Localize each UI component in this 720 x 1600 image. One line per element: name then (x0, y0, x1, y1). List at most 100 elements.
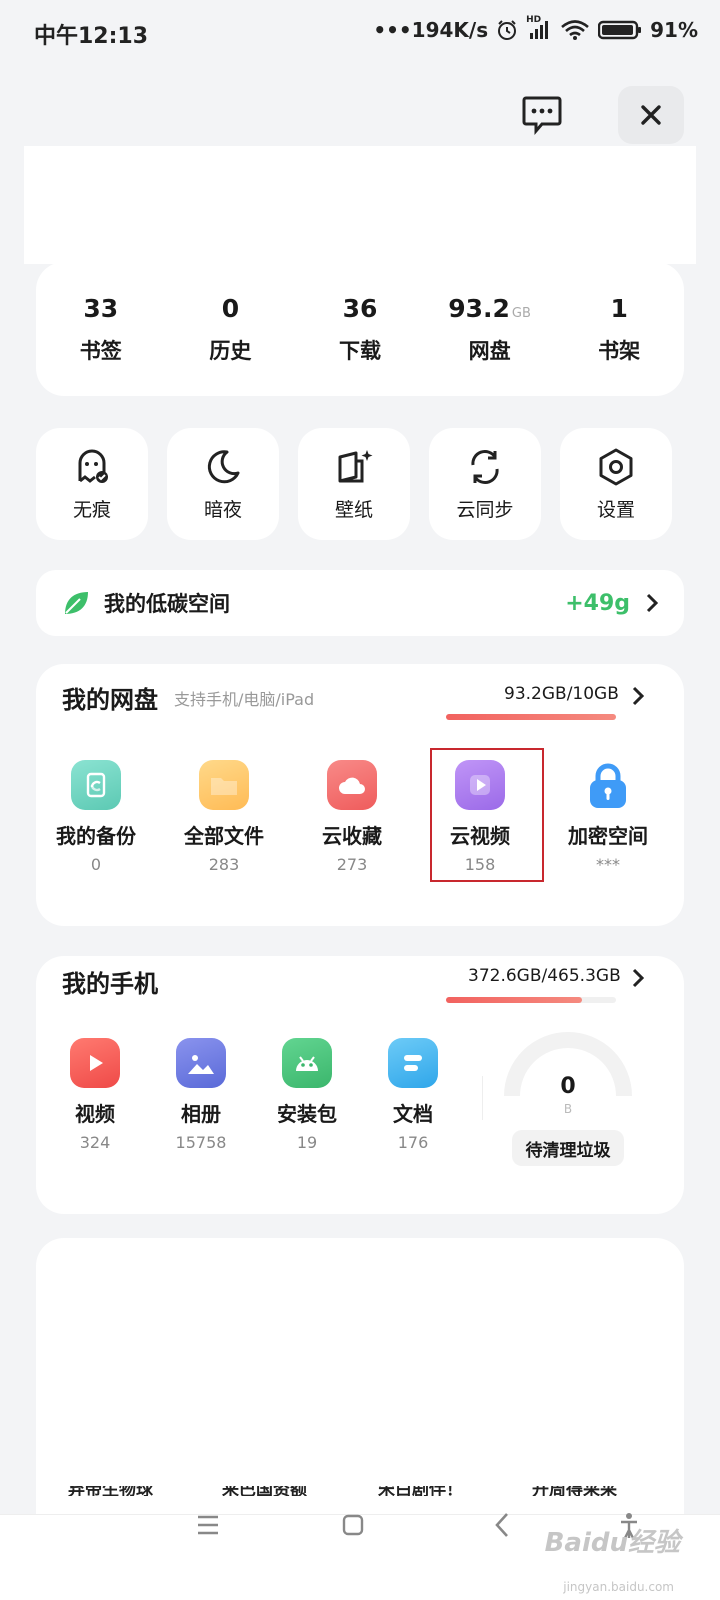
watermark-url: jingyan.baidu.com (563, 1580, 674, 1594)
lock-icon (583, 760, 633, 810)
sync-icon (471, 449, 499, 484)
stat-value: 93.2 (448, 293, 510, 323)
stat-label: 网盘 (468, 338, 511, 363)
tool-label: 壁纸 (334, 498, 373, 521)
stat-bookmarks[interactable]: 33 书签 (36, 262, 166, 396)
moon-icon (207, 449, 240, 483)
cloud-disk-usage-fill (446, 714, 616, 720)
stat-bookshelf[interactable]: 1 书架 (554, 262, 684, 396)
watermark-logo: Baidu经验 (544, 1528, 680, 1558)
item-count: 15758 (175, 1133, 227, 1152)
highlight-annotation-box (430, 748, 544, 882)
stat-label: 书架 (598, 338, 641, 363)
battery-level: 91% (650, 18, 698, 42)
my-phone-usage-fill (446, 997, 582, 1003)
tool-label: 设置 (596, 498, 635, 521)
message-button[interactable] (520, 92, 564, 136)
item-label: 文档 (393, 1102, 433, 1126)
low-carbon-label: 我的低碳空间 (104, 592, 230, 616)
cloud-disk-usage[interactable]: 93.2GB/10GB (504, 684, 619, 704)
blank-banner (24, 146, 696, 264)
gear-icon (599, 448, 633, 485)
cloud-collect-icon (327, 760, 377, 810)
stat-downloads[interactable]: 36 下载 (295, 262, 425, 396)
item-label: 安装包 (277, 1102, 337, 1126)
album-icon (176, 1038, 226, 1088)
close-button[interactable] (618, 86, 684, 144)
disk-item-all-files[interactable]: 全部文件 283 (160, 760, 288, 874)
item-count: 273 (336, 855, 368, 874)
tool-wallpaper[interactable]: 壁纸 (298, 428, 410, 540)
stat-value: 0 (221, 293, 240, 323)
battery-icon (598, 20, 642, 40)
item-label: 视频 (75, 1102, 115, 1126)
item-label: 云收藏 (322, 824, 382, 848)
low-carbon-value: +49g (565, 590, 630, 616)
ghost-icon (78, 449, 108, 483)
disk-item-backup[interactable]: 我的备份 0 (32, 760, 160, 874)
stat-value: 36 (342, 293, 378, 323)
my-phone-usage-bar (446, 997, 616, 1003)
feed-title-cut: 宋白剧伴！ (378, 1486, 463, 1496)
chevron-right-icon[interactable] (632, 968, 644, 988)
cloud-disk-subtitle: 支持手机/电脑/iPad (174, 690, 315, 709)
cloud-disk-title: 我的网盘 (62, 686, 158, 714)
tool-night-mode[interactable]: 暗夜 (167, 428, 279, 540)
folder-icon (199, 760, 249, 810)
wallpaper-icon (338, 449, 373, 482)
cloud-disk-usage-bar (446, 714, 616, 720)
junk-unit: B (563, 1102, 573, 1116)
message-icon (522, 96, 562, 136)
network-speed: •••194K/s (373, 18, 489, 42)
item-count: 283 (208, 855, 240, 874)
feed-title-cut: 开周得采采 (532, 1486, 617, 1496)
stat-unit: GB (511, 305, 531, 321)
low-carbon-row[interactable]: 我的低碳空间 +49g (36, 570, 684, 636)
status-time: 中午12:13 (34, 24, 149, 49)
tool-incognito[interactable]: 无痕 (36, 428, 148, 540)
tool-settings[interactable]: 设置 (560, 428, 672, 540)
leaf-icon (65, 592, 88, 614)
wifi-icon (561, 20, 589, 40)
document-icon (388, 1038, 438, 1088)
status-indicators: •••194K/s HD 91% (373, 15, 698, 42)
alarm-icon (498, 20, 517, 40)
item-count: *** (596, 855, 620, 874)
home-icon[interactable] (342, 1514, 364, 1536)
close-icon (641, 105, 661, 125)
my-phone-usage[interactable]: 372.6GB/465.3GB (468, 966, 621, 986)
android-icon (282, 1038, 332, 1088)
signal-icon: HD (526, 15, 552, 41)
menu-icon[interactable] (196, 1514, 220, 1536)
feed-title-cut: 来巴国资额 (222, 1486, 307, 1496)
item-label: 我的备份 (56, 824, 136, 848)
video-icon (70, 1038, 120, 1088)
stat-history[interactable]: 0 历史 (166, 262, 296, 396)
tool-label: 云同步 (456, 498, 514, 521)
feed-card (36, 1238, 684, 1518)
my-phone-title: 我的手机 (62, 970, 158, 998)
stat-value: 33 (83, 293, 119, 323)
chevron-right-icon (646, 593, 658, 613)
back-icon[interactable] (494, 1512, 510, 1538)
clean-junk-button[interactable]: 待清理垃圾 (512, 1130, 624, 1166)
stat-value: 1 (610, 293, 628, 323)
disk-item-cloud-collect[interactable]: 云收藏 273 (288, 760, 416, 874)
tool-label: 无痕 (72, 498, 111, 521)
stats-card: 33 书签 0 历史 36 下载 93.2 GB 网盘 1 书架 (36, 262, 684, 396)
tool-cloud-sync[interactable]: 云同步 (429, 428, 541, 540)
backup-icon (71, 760, 121, 810)
stat-label: 历史 (209, 338, 252, 363)
stat-cloud-disk[interactable]: 93.2 GB 网盘 (425, 262, 555, 396)
phone-item-docs[interactable]: 文档 176 (349, 1038, 477, 1152)
item-label: 加密空间 (568, 824, 648, 848)
disk-item-encrypted[interactable]: 加密空间 *** (544, 760, 672, 874)
item-count: 324 (79, 1133, 111, 1152)
item-label: 全部文件 (184, 824, 264, 848)
stat-label: 书签 (79, 338, 122, 363)
item-label: 相册 (181, 1102, 221, 1126)
chevron-right-icon[interactable] (632, 686, 644, 706)
stat-label: 下载 (338, 338, 381, 363)
feed-title-cut: 弃帝生物球 (68, 1486, 153, 1496)
divider (482, 1076, 483, 1120)
